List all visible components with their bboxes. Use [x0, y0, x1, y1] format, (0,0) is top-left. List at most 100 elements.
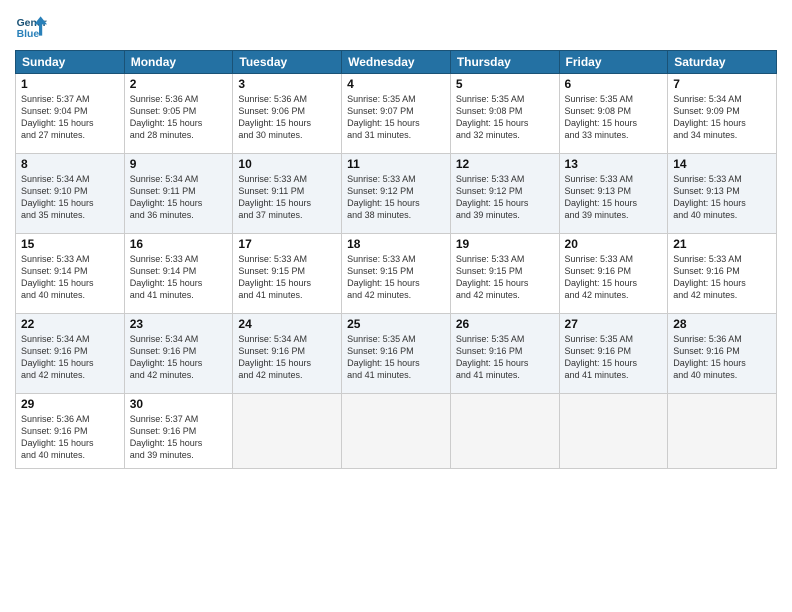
- day-number: 18: [347, 237, 445, 251]
- day-info: Sunrise: 5:34 AM Sunset: 9:10 PM Dayligh…: [21, 173, 119, 222]
- weekday-header-thursday: Thursday: [450, 51, 559, 74]
- day-info: Sunrise: 5:33 AM Sunset: 9:13 PM Dayligh…: [565, 173, 663, 222]
- day-number: 11: [347, 157, 445, 171]
- day-info: Sunrise: 5:33 AM Sunset: 9:14 PM Dayligh…: [21, 253, 119, 302]
- day-info: Sunrise: 5:37 AM Sunset: 9:16 PM Dayligh…: [130, 413, 228, 462]
- weekday-header-tuesday: Tuesday: [233, 51, 342, 74]
- logo-icon: General Blue: [15, 10, 47, 42]
- calendar-cell: 12 Sunrise: 5:33 AM Sunset: 9:12 PM Dayli…: [450, 154, 559, 234]
- day-info: Sunrise: 5:33 AM Sunset: 9:13 PM Dayligh…: [673, 173, 771, 222]
- page: General Blue SundayMondayTuesdayWednesda…: [0, 0, 792, 612]
- day-number: 26: [456, 317, 554, 331]
- day-number: 3: [238, 77, 336, 91]
- day-info: Sunrise: 5:35 AM Sunset: 9:16 PM Dayligh…: [347, 333, 445, 382]
- day-number: 25: [347, 317, 445, 331]
- calendar-cell: 25 Sunrise: 5:35 AM Sunset: 9:16 PM Dayli…: [342, 314, 451, 394]
- calendar-cell: 1 Sunrise: 5:37 AM Sunset: 9:04 PM Daylig…: [16, 74, 125, 154]
- calendar-cell: [668, 394, 777, 469]
- weekday-header-monday: Monday: [124, 51, 233, 74]
- calendar-cell: 14 Sunrise: 5:33 AM Sunset: 9:13 PM Dayli…: [668, 154, 777, 234]
- day-info: Sunrise: 5:36 AM Sunset: 9:06 PM Dayligh…: [238, 93, 336, 142]
- day-number: 16: [130, 237, 228, 251]
- calendar-row-1: 1 Sunrise: 5:37 AM Sunset: 9:04 PM Daylig…: [16, 74, 777, 154]
- logo: General Blue: [15, 10, 47, 42]
- day-number: 1: [21, 77, 119, 91]
- day-number: 23: [130, 317, 228, 331]
- day-info: Sunrise: 5:33 AM Sunset: 9:16 PM Dayligh…: [673, 253, 771, 302]
- calendar-cell: [450, 394, 559, 469]
- calendar-cell: 30 Sunrise: 5:37 AM Sunset: 9:16 PM Dayli…: [124, 394, 233, 469]
- day-number: 6: [565, 77, 663, 91]
- day-number: 29: [21, 397, 119, 411]
- calendar-cell: 4 Sunrise: 5:35 AM Sunset: 9:07 PM Daylig…: [342, 74, 451, 154]
- calendar-cell: [559, 394, 668, 469]
- day-number: 22: [21, 317, 119, 331]
- day-info: Sunrise: 5:36 AM Sunset: 9:16 PM Dayligh…: [673, 333, 771, 382]
- calendar-cell: 6 Sunrise: 5:35 AM Sunset: 9:08 PM Daylig…: [559, 74, 668, 154]
- calendar-cell: 29 Sunrise: 5:36 AM Sunset: 9:16 PM Dayli…: [16, 394, 125, 469]
- weekday-header-row: SundayMondayTuesdayWednesdayThursdayFrid…: [16, 51, 777, 74]
- day-info: Sunrise: 5:33 AM Sunset: 9:12 PM Dayligh…: [456, 173, 554, 222]
- day-info: Sunrise: 5:35 AM Sunset: 9:08 PM Dayligh…: [456, 93, 554, 142]
- calendar-cell: 24 Sunrise: 5:34 AM Sunset: 9:16 PM Dayli…: [233, 314, 342, 394]
- weekday-header-friday: Friday: [559, 51, 668, 74]
- day-info: Sunrise: 5:35 AM Sunset: 9:16 PM Dayligh…: [565, 333, 663, 382]
- calendar-cell: 20 Sunrise: 5:33 AM Sunset: 9:16 PM Dayli…: [559, 234, 668, 314]
- calendar-cell: 10 Sunrise: 5:33 AM Sunset: 9:11 PM Dayli…: [233, 154, 342, 234]
- day-number: 13: [565, 157, 663, 171]
- header: General Blue: [15, 10, 777, 42]
- svg-text:Blue: Blue: [17, 29, 40, 40]
- calendar-cell: 23 Sunrise: 5:34 AM Sunset: 9:16 PM Dayli…: [124, 314, 233, 394]
- day-info: Sunrise: 5:34 AM Sunset: 9:11 PM Dayligh…: [130, 173, 228, 222]
- calendar-cell: 11 Sunrise: 5:33 AM Sunset: 9:12 PM Dayli…: [342, 154, 451, 234]
- calendar-cell: 27 Sunrise: 5:35 AM Sunset: 9:16 PM Dayli…: [559, 314, 668, 394]
- calendar-cell: 15 Sunrise: 5:33 AM Sunset: 9:14 PM Dayli…: [16, 234, 125, 314]
- day-info: Sunrise: 5:35 AM Sunset: 9:07 PM Dayligh…: [347, 93, 445, 142]
- day-number: 14: [673, 157, 771, 171]
- day-number: 9: [130, 157, 228, 171]
- day-info: Sunrise: 5:36 AM Sunset: 9:16 PM Dayligh…: [21, 413, 119, 462]
- day-number: 27: [565, 317, 663, 331]
- calendar-row-4: 22 Sunrise: 5:34 AM Sunset: 9:16 PM Dayli…: [16, 314, 777, 394]
- weekday-header-wednesday: Wednesday: [342, 51, 451, 74]
- day-info: Sunrise: 5:33 AM Sunset: 9:12 PM Dayligh…: [347, 173, 445, 222]
- calendar-cell: [233, 394, 342, 469]
- day-info: Sunrise: 5:35 AM Sunset: 9:16 PM Dayligh…: [456, 333, 554, 382]
- calendar-row-3: 15 Sunrise: 5:33 AM Sunset: 9:14 PM Dayli…: [16, 234, 777, 314]
- day-info: Sunrise: 5:34 AM Sunset: 9:16 PM Dayligh…: [130, 333, 228, 382]
- day-number: 19: [456, 237, 554, 251]
- day-number: 12: [456, 157, 554, 171]
- day-number: 15: [21, 237, 119, 251]
- day-number: 21: [673, 237, 771, 251]
- day-info: Sunrise: 5:35 AM Sunset: 9:08 PM Dayligh…: [565, 93, 663, 142]
- day-info: Sunrise: 5:34 AM Sunset: 9:16 PM Dayligh…: [21, 333, 119, 382]
- day-info: Sunrise: 5:33 AM Sunset: 9:15 PM Dayligh…: [456, 253, 554, 302]
- day-number: 20: [565, 237, 663, 251]
- day-info: Sunrise: 5:33 AM Sunset: 9:15 PM Dayligh…: [238, 253, 336, 302]
- calendar-cell: 2Sunrise: 5:36 AM Sunset: 9:05 PM Daylig…: [124, 74, 233, 154]
- day-info: Sunrise: 5:34 AM Sunset: 9:16 PM Dayligh…: [238, 333, 336, 382]
- day-info: Sunrise: 5:36 AM Sunset: 9:05 PM Dayligh…: [130, 93, 228, 142]
- calendar-cell: 17Sunrise: 5:33 AM Sunset: 9:15 PM Dayli…: [233, 234, 342, 314]
- day-number: 10: [238, 157, 336, 171]
- calendar-row-5: 29 Sunrise: 5:36 AM Sunset: 9:16 PM Dayli…: [16, 394, 777, 469]
- calendar-cell: 9 Sunrise: 5:34 AM Sunset: 9:11 PM Daylig…: [124, 154, 233, 234]
- calendar-cell: 16 Sunrise: 5:33 AM Sunset: 9:14 PM Dayli…: [124, 234, 233, 314]
- weekday-header-saturday: Saturday: [668, 51, 777, 74]
- day-number: 30: [130, 397, 228, 411]
- day-number: 28: [673, 317, 771, 331]
- calendar-cell: 3 Sunrise: 5:36 AM Sunset: 9:06 PM Daylig…: [233, 74, 342, 154]
- day-number: 7: [673, 77, 771, 91]
- calendar-cell: 22 Sunrise: 5:34 AM Sunset: 9:16 PM Dayli…: [16, 314, 125, 394]
- day-number: 24: [238, 317, 336, 331]
- calendar-cell: 7Sunrise: 5:34 AM Sunset: 9:09 PM Daylig…: [668, 74, 777, 154]
- day-number: 8: [21, 157, 119, 171]
- day-info: Sunrise: 5:33 AM Sunset: 9:14 PM Dayligh…: [130, 253, 228, 302]
- calendar-cell: 26 Sunrise: 5:35 AM Sunset: 9:16 PM Dayli…: [450, 314, 559, 394]
- day-info: Sunrise: 5:33 AM Sunset: 9:11 PM Dayligh…: [238, 173, 336, 222]
- calendar-cell: [342, 394, 451, 469]
- day-info: Sunrise: 5:33 AM Sunset: 9:16 PM Dayligh…: [565, 253, 663, 302]
- day-info: Sunrise: 5:33 AM Sunset: 9:15 PM Dayligh…: [347, 253, 445, 302]
- day-info: Sunrise: 5:37 AM Sunset: 9:04 PM Dayligh…: [21, 93, 119, 142]
- day-number: 4: [347, 77, 445, 91]
